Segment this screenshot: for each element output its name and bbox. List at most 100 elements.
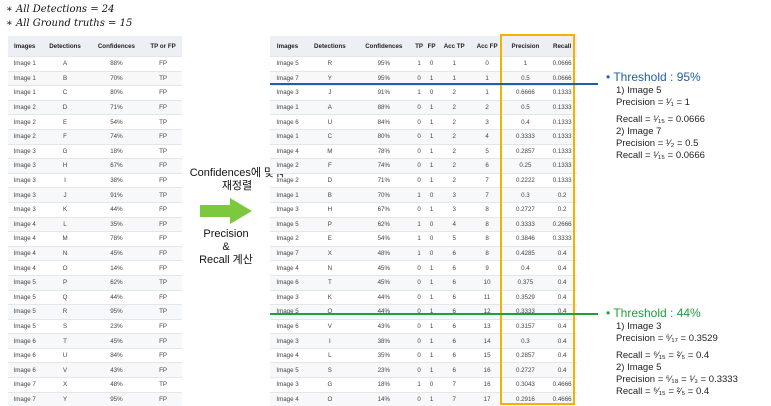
table-cell: 0: [412, 289, 426, 305]
table-cell: Image 5: [8, 304, 42, 320]
table-cell: TP: [144, 143, 182, 159]
table-cell: 1: [412, 245, 426, 261]
table-cell: 0: [425, 216, 438, 232]
table-cell: 0: [412, 128, 426, 145]
table-row: Image 5 P 62% TP: [8, 274, 182, 290]
table-cell: 0: [412, 158, 426, 174]
table-cell: 44%: [88, 289, 145, 305]
table-cell: 0: [425, 187, 438, 203]
table-cell: Image 7: [270, 245, 306, 261]
column-header: Acc TP: [437, 36, 471, 57]
table-cell: 3: [470, 114, 504, 130]
table-row: Image 2 E 54% TP: [8, 114, 182, 130]
table-cell: 44%: [354, 289, 413, 305]
table-cell: 4: [437, 216, 471, 232]
table-cell: 1: [437, 56, 471, 72]
table-cell: 1: [412, 231, 426, 247]
table-cell: N: [41, 245, 89, 261]
table-cell: 67%: [354, 201, 413, 218]
table-cell: 2: [437, 143, 471, 159]
table-cell: 45%: [88, 245, 145, 261]
table-cell: Image 4: [270, 260, 306, 276]
column-header: Acc FP: [470, 36, 504, 57]
table-cell: 74%: [88, 128, 145, 145]
table-cell: Image 3: [270, 289, 306, 305]
table-cell: 0: [425, 245, 438, 261]
table-row: Image 3 H 67% FP: [8, 158, 182, 174]
table-cell: 1: [425, 128, 438, 145]
table-cell: 84%: [354, 114, 413, 130]
table-cell: B: [41, 70, 89, 86]
table-cell: Q: [41, 289, 89, 305]
table-cell: 78%: [354, 143, 413, 159]
table-cell: FP: [144, 391, 182, 406]
table-cell: 80%: [88, 85, 145, 101]
threshold-44-note: • Threshold : 44% 1) Image 3 Precision =…: [606, 306, 768, 399]
column-header: Confidences: [88, 36, 145, 57]
right-arrow-icon: [200, 198, 252, 224]
table-cell: 0: [412, 143, 426, 159]
table-cell: Image 1: [270, 187, 306, 203]
table-cell: Image 3: [270, 85, 306, 101]
column-header: Detections: [305, 36, 355, 57]
table-cell: 17: [470, 391, 504, 406]
table-cell: FP: [144, 172, 182, 188]
table-cell: U: [305, 114, 355, 130]
table-cell: C: [305, 128, 355, 145]
note44-line-4: 2) Image 5: [616, 361, 662, 373]
table-cell: FP: [144, 128, 182, 145]
table-cell: Image 2: [8, 99, 42, 115]
table-cell: H: [305, 201, 355, 218]
table-cell: 1: [412, 377, 426, 393]
table-cell: 0: [412, 391, 426, 406]
table-cell: 18%: [88, 143, 145, 159]
precision-recall-label: Precision & Recall 계산: [199, 228, 253, 266]
table-cell: G: [41, 143, 89, 159]
table-row: Image 4 O 14% FP: [8, 260, 182, 276]
table-cell: 3: [437, 201, 471, 218]
table-cell: 12: [470, 304, 504, 320]
table-cell: 70%: [88, 70, 145, 86]
table-cell: 2: [437, 85, 471, 101]
table-cell: 62%: [88, 274, 145, 290]
table-cell: 45%: [88, 333, 145, 349]
table-cell: 1: [412, 85, 426, 101]
table-cell: 15: [470, 347, 504, 363]
table-cell: E: [41, 114, 89, 130]
table-cell: I: [305, 333, 355, 349]
table-cell: 7: [437, 391, 471, 406]
table-cell: 1: [425, 172, 438, 188]
table-cell: 6: [437, 289, 471, 305]
note95-line-3: Recall = ¹⁄₁₅ = 0.0666: [616, 113, 705, 125]
table-cell: A: [41, 56, 89, 72]
table-cell: 43%: [354, 318, 413, 334]
table-cell: 1: [412, 187, 426, 203]
table-cell: 2: [437, 128, 471, 145]
table-cell: 1: [425, 362, 438, 378]
table-cell: P: [305, 216, 355, 232]
column-header: Images: [8, 36, 42, 57]
table-cell: A: [305, 99, 355, 115]
table-cell: Image 6: [8, 362, 42, 378]
table-cell: 0: [470, 56, 504, 72]
table-cell: 67%: [88, 158, 145, 174]
table-cell: O: [305, 391, 355, 406]
note44-line-5: Precision = ⁶⁄₁₈ = ¹⁄₃ = 0.3333: [616, 374, 738, 386]
table-cell: 38%: [88, 172, 145, 188]
table-cell: TP: [144, 304, 182, 320]
table-cell: V: [305, 318, 355, 334]
table-cell: 6: [437, 333, 471, 349]
table-cell: 8: [470, 245, 504, 261]
table-cell: 10: [470, 274, 504, 290]
table-cell: 0: [412, 260, 426, 276]
table-cell: N: [305, 260, 355, 276]
table-cell: FP: [144, 56, 182, 72]
table-cell: Image 3: [270, 201, 306, 218]
table-row: Image 5 R 95% TP: [8, 304, 182, 320]
precision-recall-highlight: [500, 34, 575, 405]
note44-line-1: 1) Image 3: [616, 321, 662, 332]
note95-line-1: 1) Image 5: [616, 85, 662, 96]
table-cell: Image 6: [270, 318, 306, 334]
table-cell: M: [305, 143, 355, 159]
all-detections-label: ∗ All Detections = 24: [6, 4, 115, 15]
